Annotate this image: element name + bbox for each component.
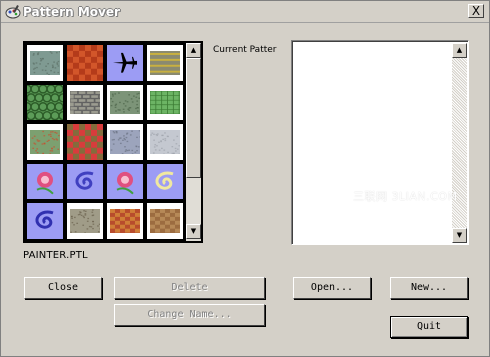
pattern-swatch [27,163,63,200]
close-button[interactable]: Close [24,277,102,299]
current-pattern-scrollbar[interactable]: ▲ ▼ [452,43,467,243]
pattern-swatch [110,90,141,116]
app-icon [5,5,21,19]
quit-button[interactable]: Quit [390,316,468,338]
pattern-swatch [69,90,103,115]
close-window-button[interactable]: X [468,4,484,18]
pattern-tile-light-grey-plaster[interactable] [145,122,185,162]
pattern-swatch [67,124,103,160]
rose-pattern-icon [36,171,54,195]
speckle-pattern-icon [31,131,60,155]
pattern-tile-swirl-on-blue-2[interactable] [25,201,65,241]
swirl-pattern-icon [155,171,174,190]
current-pattern-list[interactable]: ▲ ▼ [291,40,469,245]
pattern-tile-rose-on-blue[interactable] [25,161,65,202]
scroll-down-arrow-icon[interactable]: ▼ [186,224,201,239]
pattern-tile-green-scales[interactable] [25,82,65,123]
pattern-swatch [70,209,102,235]
pattern-swatch [150,209,180,233]
pattern-tile-grey-green-noise[interactable] [105,82,145,123]
pattern-tile-airplane-on-blue[interactable] [105,43,145,83]
swirl-pattern-icon [75,171,94,190]
pattern-swatch [30,130,60,155]
pattern-swatch [107,163,143,200]
speckle-pattern-icon [150,132,181,156]
pattern-grid-panel: ▲ ▼ [23,41,203,243]
pattern-tile-blue-grey-fabric[interactable] [105,122,145,162]
rose-pattern-icon [116,171,134,195]
library-file-name: PAINTER.PTL [23,250,88,261]
weave-pattern-icon [110,209,140,233]
list-scroll-up-arrow-icon[interactable]: ▲ [452,43,467,58]
watermark: 三联网 3LIAN.COM [353,190,458,203]
pattern-tile-ribbon-on-blue[interactable] [145,161,185,202]
pattern-tile-road-stripes[interactable] [145,43,185,83]
weave-pattern-icon [150,209,180,233]
pattern-grid-scrollbar[interactable]: ▲ ▼ [185,43,201,241]
pattern-swatch [30,51,61,76]
scales-pattern-icon [27,84,63,120]
pattern-swatch [110,209,140,233]
pattern-swatch [67,163,103,200]
window-title: Pattern Mover [23,5,120,19]
pattern-grid [25,43,185,241]
pattern-tile-brown-rug[interactable] [145,201,185,241]
new-button[interactable]: New... [390,277,468,299]
pattern-tile-green-grid[interactable] [145,82,185,123]
scroll-up-arrow-icon[interactable]: ▲ [186,43,201,58]
speckle-pattern-icon [70,209,102,235]
pattern-swatch [107,45,143,81]
speckle-pattern-icon [110,130,142,155]
pattern-tile-stone-texture[interactable] [25,43,65,83]
speckle-pattern-icon [32,51,61,76]
speckle-pattern-icon [110,92,141,116]
pattern-tile-leaves-green[interactable] [25,122,65,162]
pattern-tile-red-woven[interactable] [105,201,145,241]
pattern-tile-grey-bricks[interactable] [65,82,105,123]
pattern-swatch [149,90,180,115]
scroll-thumb[interactable] [186,58,201,178]
pattern-swatch [27,203,63,239]
open-button[interactable]: Open... [293,277,371,299]
title-bar: Pattern Mover X [1,1,489,23]
delete-button[interactable]: Delete [114,277,265,299]
plane-pattern-icon [113,52,137,73]
pattern-swatch [147,163,183,200]
pattern-swatch [110,130,142,155]
pattern-swatch [27,84,63,121]
pattern-tile-rose-on-blue-2[interactable] [105,161,145,202]
pattern-swatch [150,130,181,156]
current-pattern-label: Current Patter [213,45,277,55]
weave-pattern-icon [67,45,103,81]
weave-pattern-icon [67,124,103,160]
stripes-pattern-icon [150,52,180,73]
swirl-pattern-icon [35,210,54,230]
pattern-tile-tan-stone[interactable] [65,201,105,241]
bricks-pattern-icon [69,90,103,114]
change-name-button[interactable]: Change Name... [114,304,265,326]
pattern-swatch [150,51,180,75]
list-scroll-down-arrow-icon[interactable]: ▼ [452,228,467,243]
pattern-swatch [67,45,103,81]
pattern-mover-window: Pattern Mover X ▲ ▼ PAINTER.PTL Current … [0,0,490,357]
grid-pattern-icon [149,90,180,115]
pattern-tile-red-flowers[interactable] [65,122,105,162]
pattern-tile-red-rope[interactable] [65,43,105,83]
pattern-tile-swirl-on-blue[interactable] [65,161,105,202]
